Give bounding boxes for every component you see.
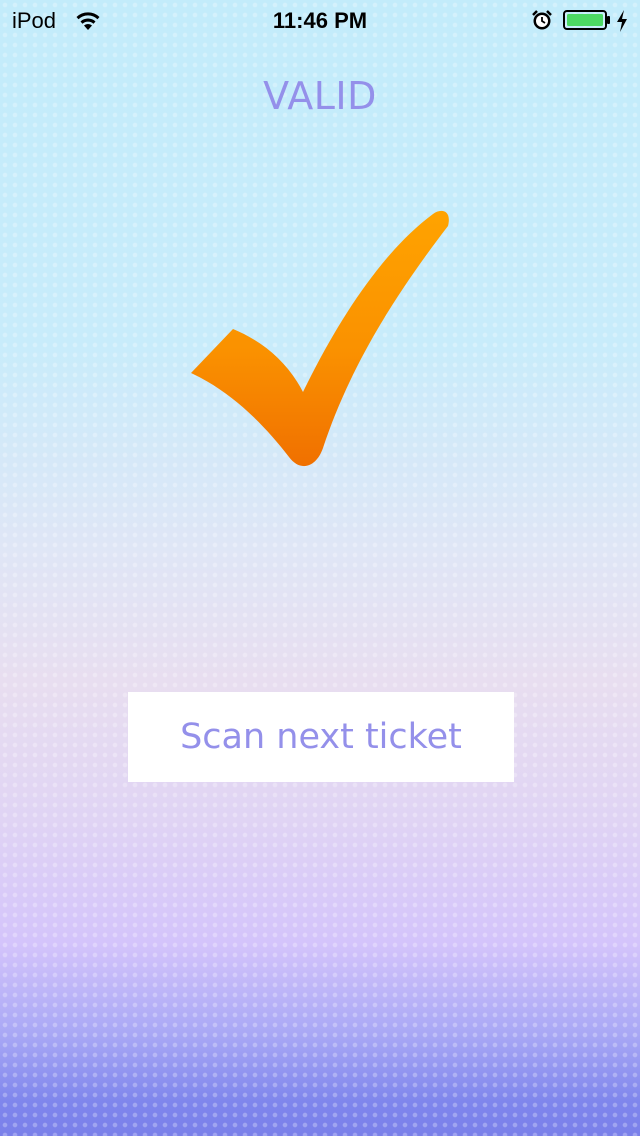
status-bar: iPod 11:46 PM bbox=[0, 0, 640, 40]
alarm-icon bbox=[532, 10, 552, 30]
scan-next-ticket-button[interactable]: Scan next ticket bbox=[128, 692, 514, 782]
background-pattern bbox=[0, 0, 640, 1136]
battery-icon bbox=[563, 10, 610, 30]
checkmark-icon bbox=[191, 210, 449, 467]
validation-status-title: VALID bbox=[263, 74, 377, 118]
charging-icon bbox=[617, 10, 627, 32]
